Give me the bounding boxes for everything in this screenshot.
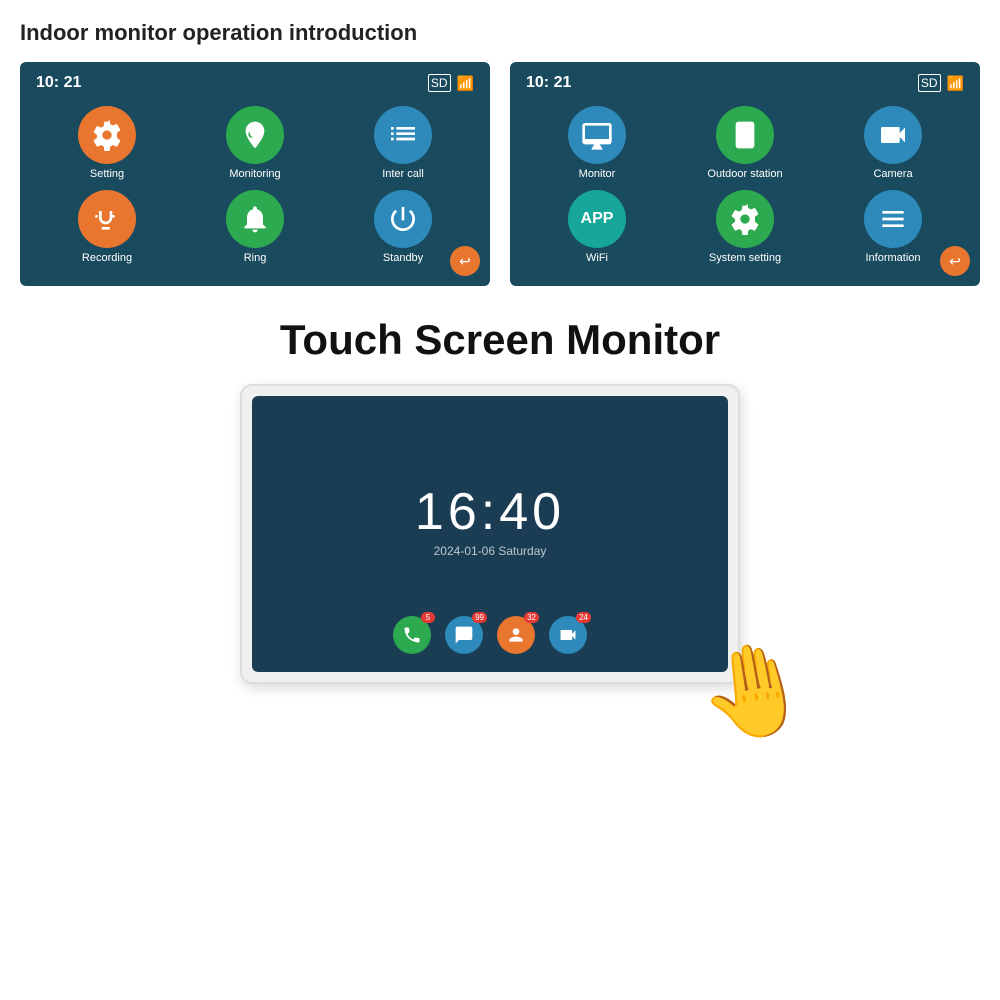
screen1-top-icons: SD 📶 — [428, 74, 474, 92]
wifi-icon2: 📶 — [947, 75, 964, 92]
intercall-icon-circle — [374, 106, 432, 164]
mini-app-person[interactable]: 32 — [497, 616, 535, 654]
app-setting[interactable]: Setting — [36, 106, 178, 180]
screen1-header: 10: 21 SD 📶 — [36, 74, 474, 92]
ring-label: Ring — [244, 252, 267, 264]
standby-label: Standby — [383, 252, 423, 264]
person-badge: 32 — [524, 612, 539, 623]
info-label: Information — [865, 252, 920, 264]
app-ring[interactable]: Ring — [184, 190, 326, 264]
mini-app-video[interactable]: 24 — [549, 616, 587, 654]
app-wifi[interactable]: APP WiFi — [526, 190, 668, 264]
screen2: 10: 21 SD 📶 Monitor — [510, 62, 980, 286]
screen2-header: 10: 21 SD 📶 — [526, 74, 964, 92]
page-title: Indoor monitor operation introduction — [20, 20, 980, 46]
app-intercall[interactable]: Inter call — [332, 106, 474, 180]
monitor-icon-circle — [568, 106, 626, 164]
big-date: 2024-01-06 Saturday — [434, 544, 547, 558]
app-sysset[interactable]: System setting — [674, 190, 816, 264]
monitor-inner-screen: 16:40 2024-01-06 Saturday 5 — [252, 396, 728, 672]
bottom-app-row: 5 99 — [393, 616, 587, 654]
screen2-time: 10: 21 — [526, 74, 571, 92]
monitoring-icon-circle — [226, 106, 284, 164]
wifi-app-icon-circle: APP — [568, 190, 626, 248]
monitoring-label: Monitoring — [229, 168, 280, 180]
sysset-icon-circle — [716, 190, 774, 248]
screens-row: 10: 21 SD 📶 Setting — [20, 62, 980, 286]
video-badge: 24 — [576, 612, 591, 623]
screen2-back-button[interactable]: ↩ — [940, 246, 970, 276]
ring-icon-circle — [226, 190, 284, 248]
touch-title: Touch Screen Monitor — [280, 316, 720, 364]
hand-icon: 🤚 — [690, 630, 819, 753]
app-monitoring[interactable]: Monitoring — [184, 106, 326, 180]
camera-label: Camera — [873, 168, 912, 180]
sd-icon2: SD — [918, 74, 941, 92]
intercall-label: Inter call — [382, 168, 424, 180]
monitor-wrapper: 16:40 2024-01-06 Saturday 5 — [240, 384, 760, 704]
touch-section: Touch Screen Monitor 16:40 2024-01-06 Sa… — [20, 316, 980, 704]
phone-badge: 5 — [421, 612, 435, 623]
camera-icon-circle — [864, 106, 922, 164]
setting-icon-circle — [78, 106, 136, 164]
app-outdoor[interactable]: Outdoor station — [674, 106, 816, 180]
wifi-label: WiFi — [586, 252, 608, 264]
outdoor-label: Outdoor station — [707, 168, 782, 180]
big-time: 16:40 — [415, 486, 565, 538]
outdoor-icon-circle — [716, 106, 774, 164]
recording-icon-circle — [78, 190, 136, 248]
monitor-body: 16:40 2024-01-06 Saturday 5 — [240, 384, 740, 684]
screen1-grid: Setting Monitoring Inter call — [36, 106, 474, 264]
app-recording[interactable]: Recording — [36, 190, 178, 264]
monitor-label: Monitor — [579, 168, 616, 180]
screen1: 10: 21 SD 📶 Setting — [20, 62, 490, 286]
standby-icon-circle — [374, 190, 432, 248]
info-icon-circle — [864, 190, 922, 248]
app-monitor[interactable]: Monitor — [526, 106, 668, 180]
wifi-icon: 📶 — [457, 75, 474, 92]
sysset-label: System setting — [709, 252, 781, 264]
setting-label: Setting — [90, 168, 124, 180]
screen1-time: 10: 21 — [36, 74, 81, 92]
mini-app-chat[interactable]: 99 — [445, 616, 483, 654]
app-camera[interactable]: Camera — [822, 106, 964, 180]
page-container: Indoor monitor operation introduction 10… — [0, 0, 1000, 1000]
chat-badge: 99 — [472, 612, 487, 623]
screen1-back-button[interactable]: ↩ — [450, 246, 480, 276]
mini-app-phone[interactable]: 5 — [393, 616, 431, 654]
screen2-grid: Monitor Outdoor station Camera — [526, 106, 964, 264]
recording-label: Recording — [82, 252, 132, 264]
screen2-top-icons: SD 📶 — [918, 74, 964, 92]
sd-icon: SD — [428, 74, 451, 92]
